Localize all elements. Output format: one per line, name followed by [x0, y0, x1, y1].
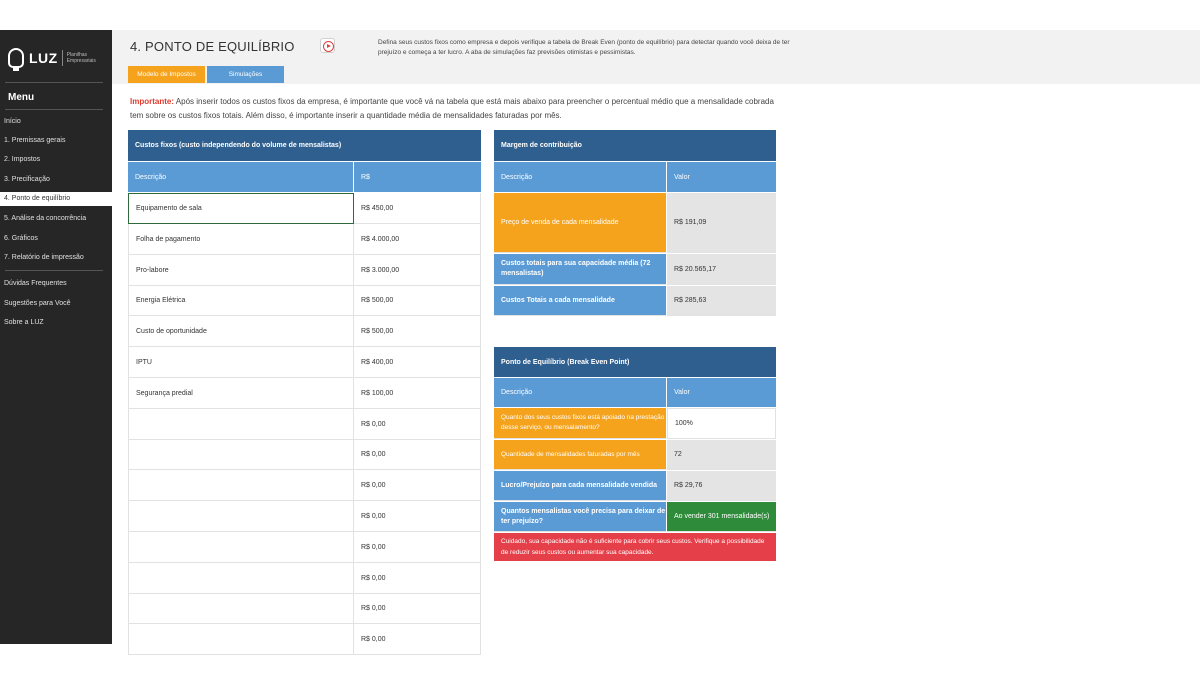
fixed-cost-value-cell[interactable]: R$ 450,00 [354, 193, 481, 224]
fixed-cost-value-cell[interactable]: R$ 0,00 [354, 409, 481, 440]
sale-price-label: Preço de venda de cada mensalidade [494, 193, 666, 253]
contribution-margin-title: Margem de contribuição [494, 130, 776, 161]
capacity-alert: Cuidado, sua capacidade não é suficiente… [494, 533, 776, 561]
fixed-cost-share-input[interactable]: 100% [667, 408, 776, 439]
fixed-cost-value-cell[interactable]: R$ 400,00 [354, 347, 481, 378]
page-title: 4. PONTO DE EQUILÍBRIO [130, 39, 295, 54]
fixed-cost-value-cell[interactable]: R$ 0,00 [354, 563, 481, 594]
sidebar-item-precificacao[interactable]: 3. Precificação [0, 173, 112, 187]
fixed-cost-value-cell[interactable]: R$ 0,00 [354, 532, 481, 563]
total-costs-value: R$ 20.565,17 [667, 254, 776, 285]
fixed-cost-desc-cell[interactable] [128, 532, 354, 563]
sidebar-item-impostos[interactable]: 2. Impostos [0, 153, 112, 167]
fixed-cost-desc-cell[interactable] [128, 563, 354, 594]
contribution-col-desc: Descrição [494, 162, 666, 192]
important-label: Importante: [130, 97, 174, 106]
page-description: Defina seus custos fixos como empresa e … [378, 39, 790, 56]
sidebar-item-sugestoes[interactable]: Sugestões para Você [0, 297, 112, 311]
fixed-cost-desc-cell[interactable]: IPTU [128, 347, 354, 378]
cost-per-monthly-value: R$ 285,63 [667, 286, 776, 316]
break-even-title: Ponto de Equilíbrio (Break Even Point) [494, 347, 776, 377]
fixed-cost-desc-cell[interactable] [128, 593, 354, 624]
fixed-cost-desc-cell[interactable] [128, 624, 354, 655]
fixed-cost-desc-cell[interactable] [128, 470, 354, 501]
sidebar-item-inicio[interactable]: Início [0, 115, 112, 129]
sidebar-divider [5, 109, 103, 110]
fixed-cost-value-cell[interactable]: R$ 4.000,00 [354, 224, 481, 255]
total-costs-label: Custos totais para sua capacidade média … [494, 254, 666, 285]
fixed-costs-col-value: R$ [354, 162, 481, 192]
fixed-cost-desc-cell[interactable]: Custo de oportunidade [128, 316, 354, 347]
fixed-cost-value-cell[interactable]: R$ 3.000,00 [354, 255, 481, 286]
breakeven-count-value: Ao vender 301 mensalidade(s) [667, 502, 776, 532]
break-even-col-value: Valor [667, 378, 776, 407]
tab-simulacoes[interactable]: Simulações [207, 66, 284, 83]
fixed-cost-desc-cell[interactable]: Energia Elétrica [128, 285, 354, 316]
monthly-quantity-label: Quantidade de mensalidades faturadas por… [494, 440, 666, 470]
fixed-cost-value-cell[interactable]: R$ 500,00 [354, 285, 481, 316]
important-note: Importante: Após inserir todos os custos… [130, 95, 780, 123]
fixed-cost-value-cell[interactable]: R$ 0,00 [354, 501, 481, 532]
fixed-cost-desc-cell[interactable] [128, 439, 354, 470]
menu-title: Menu [8, 92, 35, 103]
break-even-col-desc: Descrição [494, 378, 666, 407]
fixed-cost-share-label: Quanto dos seus custos fixos está apoiad… [494, 408, 666, 439]
sale-price-value: R$ 191,09 [667, 193, 776, 253]
cost-per-monthly-label: Custos Totais a cada mensalidade [494, 286, 666, 316]
breakeven-count-label: Quantos mensalistas você precisa para de… [494, 502, 666, 532]
contribution-col-value: Valor [667, 162, 776, 192]
profit-per-monthly-label: Lucro/Prejuízo para cada mensalidade ven… [494, 471, 666, 501]
fixed-cost-desc-cell[interactable]: Folha de pagamento [128, 224, 354, 255]
fixed-cost-desc-cell[interactable]: Pro-labore [128, 255, 354, 286]
logo-divider [61, 50, 63, 66]
fixed-cost-desc-cell[interactable]: Segurança predial [128, 378, 354, 409]
fixed-costs-title: Custos fixos (custo independendo do volu… [128, 130, 481, 161]
monthly-quantity-input[interactable]: 72 [667, 440, 776, 470]
sidebar-divider [5, 270, 103, 271]
sidebar-item-concorrencia[interactable]: 5. Análise da concorrência [0, 212, 112, 226]
profit-per-monthly-value: R$ 29,76 [667, 471, 776, 501]
fixed-cost-value-cell[interactable]: R$ 0,00 [354, 470, 481, 501]
luz-logo: LUZ Planilhas Empresariais [8, 48, 107, 71]
sidebar-item-sobre[interactable]: Sobre a LUZ [0, 316, 112, 330]
sidebar-item-relatorio[interactable]: 7. Relatório de impressão [0, 251, 112, 265]
fixed-cost-desc-cell[interactable] [128, 409, 354, 440]
sidebar-item-ponto-equilibrio[interactable]: 4. Ponto de equilíbrio [0, 192, 112, 206]
fixed-cost-desc-cell[interactable] [128, 501, 354, 532]
fixed-cost-value-cell[interactable]: R$ 100,00 [354, 378, 481, 409]
fixed-costs-col-desc: Descrição [128, 162, 354, 192]
sidebar-divider [5, 82, 103, 83]
logo-text: LUZ [29, 50, 58, 66]
logo-subtitle: Planilhas Empresariais [66, 52, 96, 64]
sidebar: LUZ Planilhas Empresariais Menu Início 1… [0, 30, 112, 644]
fixed-cost-desc-cell[interactable]: Equipamento de sala [128, 193, 354, 224]
fixed-cost-value-cell[interactable]: R$ 0,00 [354, 593, 481, 624]
lightbulb-icon [8, 48, 24, 71]
sidebar-item-graficos[interactable]: 6. Gráficos [0, 232, 112, 246]
tab-modelo-impostos[interactable]: Modelo de Impostos [128, 66, 205, 83]
fixed-cost-value-cell[interactable]: R$ 0,00 [354, 439, 481, 470]
sidebar-item-duvidas[interactable]: Dúvidas Frequentes [0, 277, 112, 291]
fixed-cost-value-cell[interactable]: R$ 0,00 [354, 624, 481, 655]
fixed-cost-value-cell[interactable]: R$ 500,00 [354, 316, 481, 347]
sidebar-item-premissas[interactable]: 1. Premissas gerais [0, 134, 112, 148]
important-text: Após inserir todos os custos fixos da em… [130, 97, 774, 120]
play-video-icon[interactable] [320, 38, 335, 53]
